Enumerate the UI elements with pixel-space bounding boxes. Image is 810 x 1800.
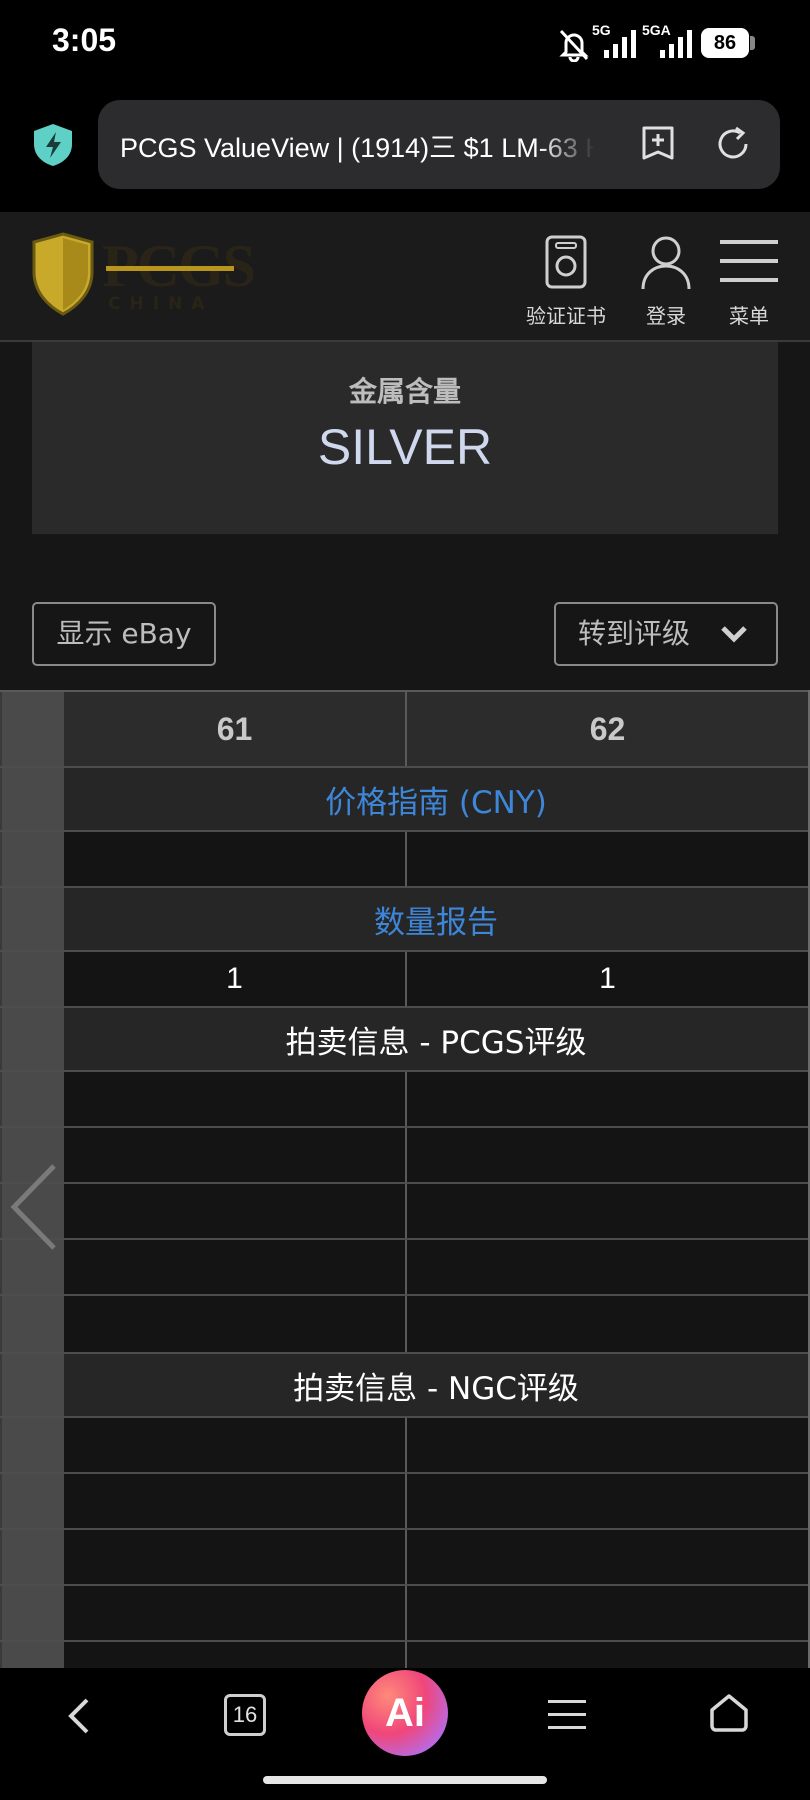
logo-stripe bbox=[106, 266, 234, 271]
row-header-cell bbox=[0, 1418, 64, 1472]
row-header-cell bbox=[0, 1642, 64, 1668]
price-guide-title[interactable]: 价格指南 (CNY) bbox=[64, 768, 808, 830]
population-cell: 1 bbox=[599, 962, 616, 995]
row-header-cell bbox=[0, 1008, 64, 1070]
table-cell bbox=[407, 1530, 808, 1584]
pcgs-auction-title: 拍卖信息 - PCGS评级 bbox=[285, 1024, 587, 1061]
table-cell bbox=[407, 1296, 808, 1352]
menu-label: 菜单 bbox=[729, 304, 769, 328]
ai-assistant-button[interactable]: Ai bbox=[362, 1670, 448, 1756]
login-label: 登录 bbox=[646, 304, 686, 328]
menu-icon bbox=[720, 240, 778, 282]
table-row bbox=[0, 1240, 810, 1296]
table-cell bbox=[407, 1240, 808, 1294]
status-time: 3:05 bbox=[52, 22, 117, 58]
chevron-down-icon bbox=[721, 626, 747, 643]
table-cell bbox=[64, 1296, 407, 1352]
user-icon bbox=[641, 236, 691, 290]
signal-icon bbox=[660, 30, 692, 58]
row-header-cell bbox=[0, 1072, 64, 1126]
home-indicator[interactable] bbox=[263, 1776, 547, 1784]
grade-column-header[interactable]: 61 bbox=[64, 692, 407, 766]
metal-content-value: SILVER bbox=[317, 419, 493, 475]
population-section-row: 数量报告 bbox=[0, 888, 810, 952]
signal-icon bbox=[604, 30, 636, 58]
price-guide-cell bbox=[407, 832, 808, 886]
price-guide-row bbox=[0, 832, 810, 888]
table-cell bbox=[64, 1072, 407, 1126]
population-row: 1 1 bbox=[0, 952, 810, 1008]
shield-icon[interactable] bbox=[30, 122, 76, 168]
table-row bbox=[0, 1642, 810, 1668]
page-title-text[interactable]: PCGS ValueView | (1914)三 $1 LM-63 H bbox=[120, 126, 595, 166]
row-header-cell bbox=[0, 888, 64, 950]
row-header-cell bbox=[0, 952, 64, 1006]
verify-certificate-button[interactable]: 验证证书 bbox=[516, 232, 616, 332]
pcgs-logo[interactable]: PCGS CHINA bbox=[30, 232, 256, 322]
back-icon[interactable] bbox=[66, 1696, 92, 1736]
table-cell bbox=[64, 1530, 407, 1584]
reload-icon[interactable] bbox=[714, 124, 752, 164]
row-header-cell bbox=[0, 1586, 64, 1640]
table-cell bbox=[407, 1418, 808, 1472]
row-header-cell bbox=[0, 1474, 64, 1528]
battery-tip bbox=[750, 36, 755, 50]
population-cell: 1 bbox=[64, 952, 407, 1006]
table-row bbox=[0, 1072, 810, 1128]
logo-subtitle: CHINA bbox=[108, 294, 214, 314]
battery-icon: 86 bbox=[701, 28, 749, 58]
tabs-button[interactable]: 16 bbox=[224, 1694, 266, 1736]
certificate-icon bbox=[545, 235, 587, 289]
table-row bbox=[0, 1184, 810, 1240]
table-cell bbox=[407, 1586, 808, 1640]
verify-certificate-label: 验证证书 bbox=[526, 304, 606, 328]
table-row bbox=[0, 1474, 810, 1530]
menu-button[interactable]: 菜单 bbox=[716, 232, 782, 332]
grade-column-header[interactable]: 62 bbox=[407, 692, 808, 766]
price-guide-section-row: 价格指南 (CNY) bbox=[0, 768, 810, 832]
table-cell bbox=[407, 1072, 808, 1126]
table-cell bbox=[407, 1128, 808, 1182]
mute-bell-icon bbox=[559, 29, 589, 62]
login-button[interactable]: 登录 bbox=[626, 232, 706, 332]
add-tab-icon[interactable] bbox=[640, 124, 676, 164]
menu-icon[interactable] bbox=[548, 1698, 586, 1732]
table-cell bbox=[64, 1642, 407, 1668]
swipe-back-chevron-icon[interactable] bbox=[8, 1162, 60, 1252]
metal-content-label: 金属含量 bbox=[348, 375, 461, 408]
price-grade-table: 61 62 价格指南 (CNY) 数量报告 1 1 拍卖信息 - PCGS评级 … bbox=[0, 690, 810, 1668]
table-row bbox=[0, 1296, 810, 1354]
go-to-grade-dropdown[interactable]: 转到评级 bbox=[554, 602, 778, 666]
row-header-cell bbox=[0, 1296, 64, 1352]
row-header-cell bbox=[0, 692, 64, 766]
home-icon[interactable] bbox=[708, 1692, 750, 1734]
shield-logo-icon bbox=[32, 232, 94, 316]
go-to-grade-label: 转到评级 bbox=[578, 617, 691, 650]
show-ebay-button[interactable]: 显示 eBay bbox=[32, 602, 216, 666]
table-cell bbox=[64, 1184, 407, 1238]
population-report-title[interactable]: 数量报告 bbox=[64, 888, 808, 950]
table-row bbox=[0, 1418, 810, 1474]
table-cell bbox=[407, 1184, 808, 1238]
table-row bbox=[0, 1586, 810, 1642]
table-cell bbox=[64, 1418, 407, 1472]
price-guide-cell bbox=[64, 832, 407, 886]
table-cell bbox=[64, 1586, 407, 1640]
table-row bbox=[0, 1530, 810, 1586]
table-cell bbox=[407, 1642, 808, 1668]
table-cell bbox=[64, 1240, 407, 1294]
grade-header-row: 61 62 bbox=[0, 690, 810, 768]
table-cell bbox=[64, 1474, 407, 1528]
row-header-cell bbox=[0, 832, 64, 886]
row-header-cell bbox=[0, 1354, 64, 1416]
table-row bbox=[0, 1128, 810, 1184]
table-cell bbox=[64, 1128, 407, 1182]
ngc-auction-section-row: 拍卖信息 - NGC评级 bbox=[0, 1354, 810, 1418]
row-header-cell bbox=[0, 768, 64, 830]
row-header-cell bbox=[0, 1530, 64, 1584]
table-cell bbox=[407, 1474, 808, 1528]
ngc-auction-title: 拍卖信息 - NGC评级 bbox=[293, 1370, 579, 1407]
pcgs-auction-section-row: 拍卖信息 - PCGS评级 bbox=[0, 1008, 810, 1072]
